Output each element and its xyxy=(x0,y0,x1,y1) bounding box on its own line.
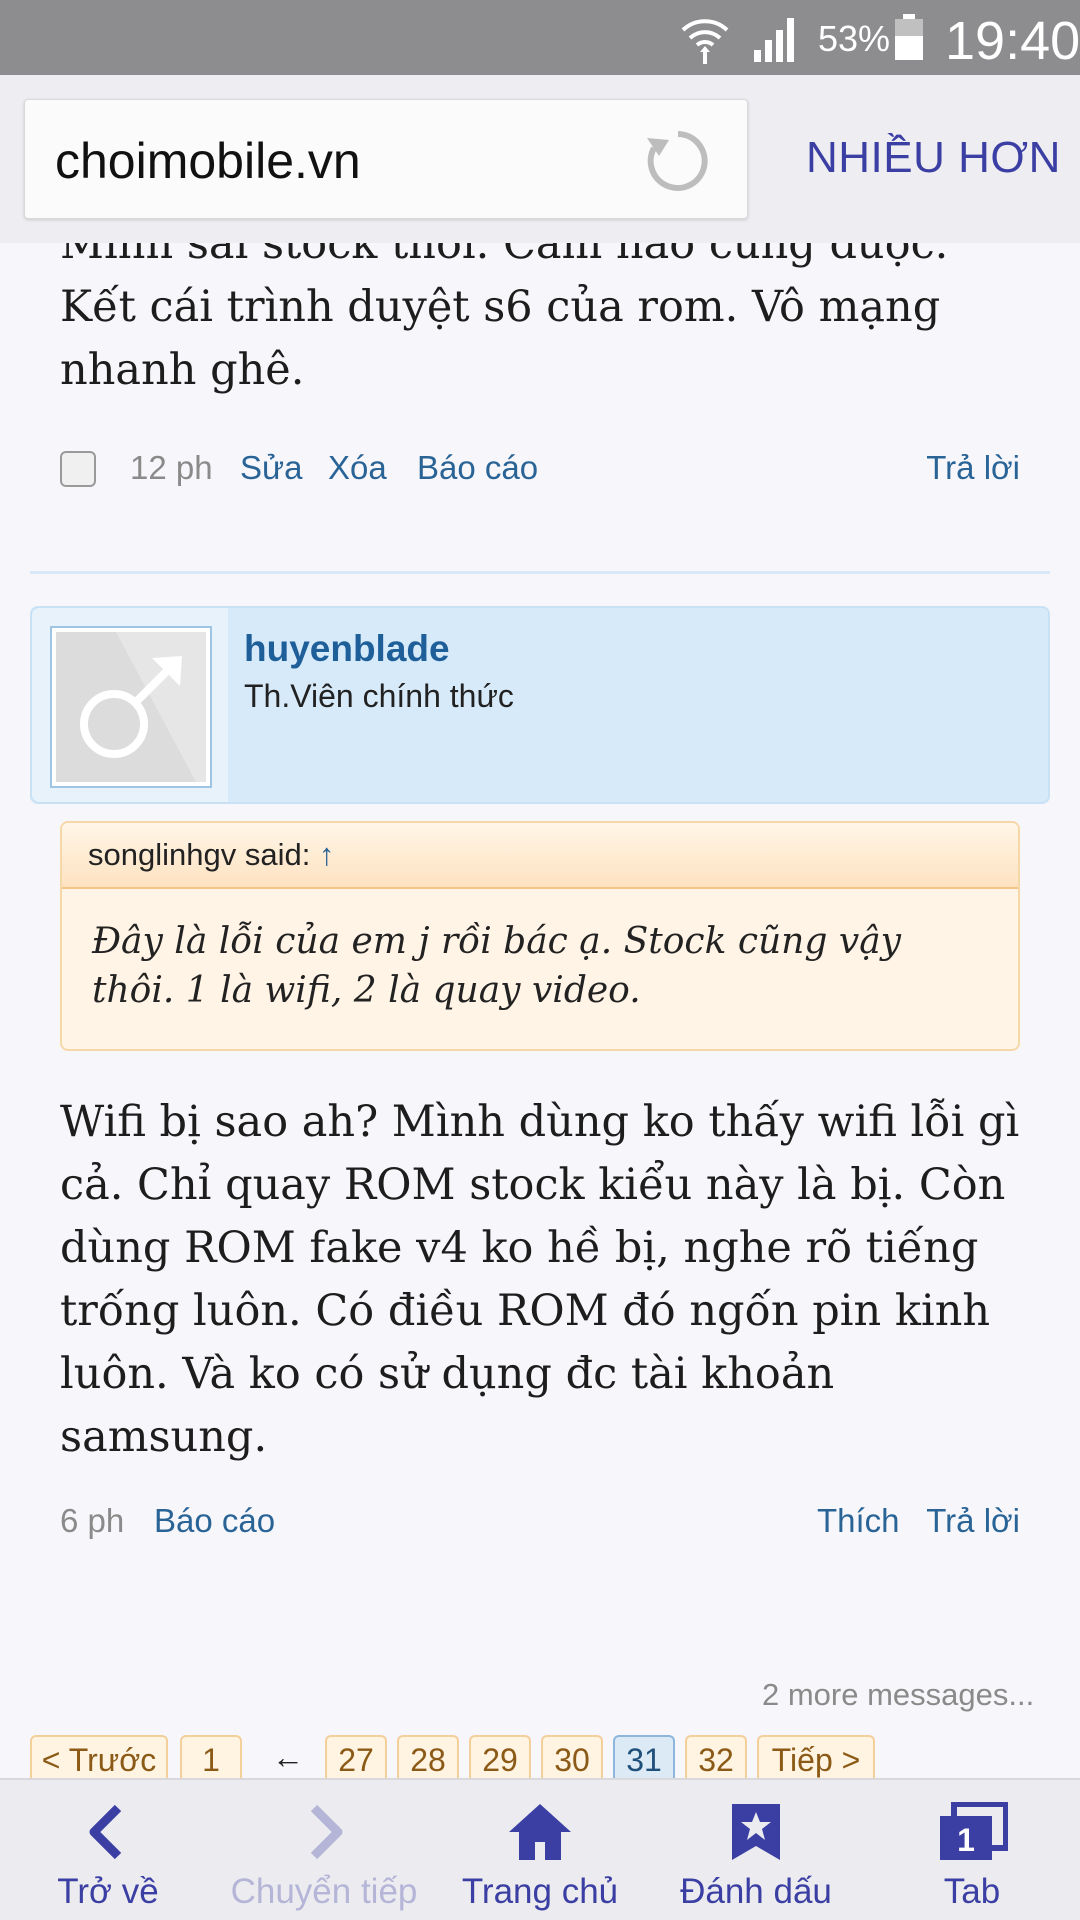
tabs-icon: 1 xyxy=(864,1801,1080,1862)
page-navigation: < Trước 1 ← 27 28 29 30 31 32 Tiếp > xyxy=(30,1735,1060,1778)
bookmark-button[interactable]: Đánh dấu xyxy=(648,1780,864,1920)
post-time: 6 ph xyxy=(60,1502,125,1539)
report-link[interactable]: Báo cáo xyxy=(417,449,538,487)
tabs-label: Tab xyxy=(943,1872,1001,1911)
post-divider xyxy=(30,571,1050,574)
male-avatar-icon xyxy=(56,632,206,782)
forward-label: Chuyển tiếp xyxy=(230,1872,418,1911)
page-1-button[interactable]: 1 xyxy=(180,1735,242,1778)
browser-bottom-bar: Trở về Chuyển tiếp Trang chủ Đánh dấu 1 xyxy=(0,1778,1080,1920)
select-checkbox[interactable] xyxy=(60,451,96,487)
edit-link[interactable]: Sửa xyxy=(240,449,302,487)
page-32-button[interactable]: 32 xyxy=(685,1735,747,1778)
status-bar: 53% 19:40 xyxy=(0,0,1080,75)
quote-text: Đây là lỗi của em j rồi bác ạ. Stock cũn… xyxy=(92,921,901,1011)
battery-icon xyxy=(894,14,924,65)
back-label: Trở về xyxy=(57,1872,159,1911)
reply-link[interactable]: Trả lời xyxy=(926,1502,1020,1540)
home-label: Trang chủ xyxy=(461,1872,619,1911)
home-icon xyxy=(432,1802,648,1862)
browser-toolbar: choimobile.vn NHIỀU HƠN xyxy=(0,75,1080,243)
page-31-current[interactable]: 31 xyxy=(613,1735,675,1778)
post-time: 12 ph xyxy=(130,449,213,486)
bookmark-label: Đánh dấu xyxy=(680,1872,832,1911)
user-info-bar: huyenblade Th.Viên chính thức xyxy=(30,606,1050,804)
tab-count-badge: 1 xyxy=(957,1822,975,1858)
address-bar[interactable]: choimobile.vn xyxy=(24,99,748,219)
quote-header: songlinhgv said: ↑ xyxy=(62,823,1018,889)
page-30-button[interactable]: 30 xyxy=(541,1735,603,1778)
like-link[interactable]: Thích xyxy=(817,1502,900,1540)
battery-percent: 53% xyxy=(818,18,891,59)
back-icon xyxy=(0,1802,216,1862)
post-actions: 6 ph Báo cáo Thích Trả lời xyxy=(60,1496,1020,1556)
page-27-button[interactable]: 27 xyxy=(325,1735,387,1778)
clock: 19:40 xyxy=(945,11,1080,71)
page-content: Mình sài stock thôi. Cảm nào cũng được. … xyxy=(0,243,1080,1778)
wifi-icon xyxy=(680,12,730,69)
quote-block: songlinhgv said: ↑ Đây là lỗi của em j r… xyxy=(60,821,1020,1051)
page-29-button[interactable]: 29 xyxy=(469,1735,531,1778)
reload-icon[interactable] xyxy=(645,128,711,199)
reply-link[interactable]: Trả lời xyxy=(926,449,1020,487)
signal-icon xyxy=(752,14,802,67)
home-button[interactable]: Trang chủ xyxy=(432,1780,648,1920)
avatar-container xyxy=(32,608,228,802)
forward-button[interactable]: Chuyển tiếp xyxy=(216,1780,432,1920)
avatar[interactable] xyxy=(50,626,212,788)
delete-link[interactable]: Xóa xyxy=(328,449,387,487)
forward-icon xyxy=(216,1802,432,1862)
more-messages-link[interactable]: 2 more messages... xyxy=(762,1677,1034,1713)
url-text: choimobile.vn xyxy=(55,133,361,189)
report-link[interactable]: Báo cáo xyxy=(154,1502,275,1540)
page-28-button[interactable]: 28 xyxy=(397,1735,459,1778)
next-page-button[interactable]: Tiếp > xyxy=(757,1735,875,1778)
page-skip-arrow[interactable]: ← xyxy=(272,1739,304,1776)
tabs-button[interactable]: 1 Tab xyxy=(864,1780,1080,1920)
prev-page-button[interactable]: < Trước xyxy=(30,1735,168,1778)
user-title: Th.Viên chính thức xyxy=(244,678,514,714)
more-button[interactable]: NHIỀU HƠN xyxy=(806,133,1061,183)
post-message-text: Wifi bị sao ah? Mình dùng ko thấy wifi l… xyxy=(60,1097,1020,1462)
post-actions: 12 ph Sửa Xóa Báo cáo Trả lời xyxy=(60,443,1020,503)
back-button[interactable]: Trở về xyxy=(0,1780,216,1920)
quote-jump-arrow[interactable]: ↑ xyxy=(319,837,335,872)
bookmark-icon xyxy=(648,1802,864,1862)
quote-author: songlinhgv said: xyxy=(88,837,311,872)
username-link[interactable]: huyenblade xyxy=(244,628,450,670)
post-message-text: Mình sài stock thôi. Cảm nào cũng được. … xyxy=(60,243,949,395)
